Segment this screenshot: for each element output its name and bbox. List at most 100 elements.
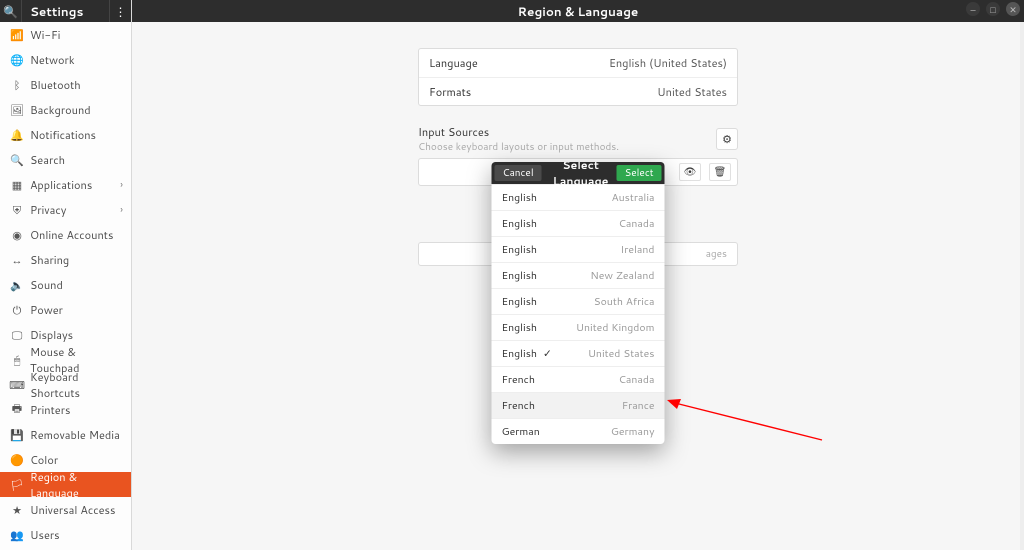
sidebar-item-keyboard-shortcuts[interactable]: ⌨Keyboard Shortcuts <box>0 372 131 397</box>
sidebar-item-icon: ⌨ <box>10 377 24 393</box>
language-key: Language <box>429 55 478 71</box>
language-option[interactable]: English Ireland <box>492 236 665 262</box>
language-option[interactable]: English United Kingdom <box>492 314 665 340</box>
sidebar-item-label: Online Accounts <box>30 227 123 243</box>
sidebar-item-icon: 👥 <box>10 527 24 543</box>
sidebar-item-online-accounts[interactable]: ◉Online Accounts <box>0 222 131 247</box>
chevron-right-icon: › <box>120 178 123 192</box>
sidebar-item-wi-fi[interactable]: 📶 Wi-Fi <box>0 22 131 47</box>
window-maximize-icon[interactable]: □ <box>986 2 1000 16</box>
gear-icon[interactable]: ⚙ <box>716 128 738 150</box>
sidebar-item-network[interactable]: 🌐 Network <box>0 47 131 72</box>
language-region: Ireland <box>621 243 655 257</box>
sidebar-item-label: Sound <box>30 277 123 293</box>
sidebar-item-sharing[interactable]: ↔Sharing <box>0 247 131 272</box>
language-name: French <box>502 399 535 413</box>
formats-row[interactable]: Formats United States <box>419 77 737 105</box>
sidebar-items: 📶 Wi-Fi 🌐 Network ᛒBluetooth🖼Background 🔔 Noti… <box>0 22 131 550</box>
sidebar-menu-icon[interactable]: ⋮ <box>109 0 131 22</box>
cancel-button[interactable]: Cancel <box>495 165 542 181</box>
input-sources-title: Input Sources <box>418 124 619 140</box>
window-controls: – □ ✕ <box>966 2 1020 16</box>
page-title: Region & Language <box>518 3 639 20</box>
language-name: English <box>502 191 538 205</box>
sidebar-item-icon: ▦ <box>10 177 24 193</box>
sidebar-item-label: Removable Media <box>30 427 123 443</box>
sidebar-item-label: Wi-Fi <box>30 27 123 43</box>
language-name: English <box>502 321 538 335</box>
sidebar-item-label: Applications <box>30 177 120 193</box>
sidebar-item-power[interactable]: ⏻ Power <box>0 297 131 322</box>
sidebar-item-icon: 🌐 <box>10 52 24 68</box>
language-name: English <box>502 269 538 283</box>
trash-icon[interactable]: 🗑 <box>709 163 731 181</box>
language-name: German <box>502 425 540 439</box>
sidebar-item-notifications[interactable]: 🔔 Notifications <box>0 122 131 147</box>
sidebar-item-users[interactable]: 👥Users <box>0 522 131 547</box>
check-icon: ✓ <box>543 347 552 361</box>
sidebar-item-background[interactable]: 🖼Background <box>0 97 131 122</box>
sidebar-item-label: Color <box>30 452 123 468</box>
sidebar-item-sound[interactable]: 🔈Sound <box>0 272 131 297</box>
language-option[interactable]: FrenchCanada <box>492 366 665 392</box>
sidebar-item-label: Keyboard Shortcuts <box>30 369 123 401</box>
sidebar-item-label: Power <box>30 302 123 318</box>
language-option[interactable]: GermanGermany <box>492 418 665 444</box>
sidebar-item-universal-access[interactable]: ★Universal Access <box>0 497 131 522</box>
sidebar-item-icon: 🔔 <box>10 127 24 143</box>
dialog-title: Select Language <box>545 162 617 189</box>
sidebar-item-icon: 💾 <box>10 427 24 443</box>
language-region: France <box>622 399 655 413</box>
sidebar-header: 🔍 Settings ⋮ <box>0 0 131 22</box>
sidebar-item-label: Displays <box>30 327 123 343</box>
manage-languages-hint: ages <box>706 247 727 261</box>
sidebar-item-icon: 🖶 <box>10 400 24 419</box>
language-region: Canada <box>618 373 654 387</box>
select-button[interactable]: Select <box>617 165 662 181</box>
window-minimize-icon[interactable]: – <box>966 2 980 16</box>
sidebar-item-search[interactable]: 🔍 Search <box>0 147 131 172</box>
language-name: English <box>502 217 538 231</box>
content: Language English (United States) Formats… <box>132 22 1024 282</box>
view-icon[interactable]: 👁 <box>679 163 701 181</box>
language-region: Australia <box>612 191 655 205</box>
dialog-header: Cancel Select Language Select <box>492 162 665 184</box>
language-region: New Zealand <box>590 269 654 283</box>
sidebar-item-icon: 🖱 <box>10 352 24 368</box>
settings-sidebar: 🔍 Settings ⋮ 📶 Wi-Fi 🌐 Network ᛒBluetooth🖼Ba… <box>0 0 132 550</box>
language-option[interactable]: EnglishSouth Africa <box>492 288 665 314</box>
input-sources-subtitle: Choose keyboard layouts or input methods… <box>418 140 619 154</box>
input-sources-header: Input Sources Choose keyboard layouts or… <box>418 124 738 154</box>
sidebar-item-icon: 📶 <box>10 27 24 43</box>
formats-key: Formats <box>429 84 471 100</box>
sidebar-item-label: Region & Language <box>30 469 123 501</box>
language-option[interactable]: EnglishCanada <box>492 210 665 236</box>
language-option[interactable]: French France <box>492 392 665 418</box>
scrollbar[interactable] <box>1020 0 1024 550</box>
language-option[interactable]: English New Zealand <box>492 262 665 288</box>
sidebar-item-icon: ⏻ <box>10 302 24 318</box>
sidebar-item-applications[interactable]: ▦ Applications› <box>0 172 131 197</box>
sidebar-item-icon: 🖵 <box>10 327 24 343</box>
window-close-icon[interactable]: ✕ <box>1006 2 1020 16</box>
sidebar-item-label: Network <box>30 52 123 68</box>
sidebar-item-bluetooth[interactable]: ᛒBluetooth <box>0 72 131 97</box>
sidebar-item-region-language[interactable]: 🏳Region & Language <box>0 472 131 497</box>
language-option[interactable]: English ✓United States <box>492 340 665 366</box>
sidebar-item-icon: ᛒ <box>10 77 24 93</box>
sidebar-item-icon: 🏳 <box>10 477 24 493</box>
sidebar-item-icon: ★ <box>10 502 24 518</box>
search-icon[interactable]: 🔍 <box>0 0 22 22</box>
main-panel: Region & Language – □ ✕ Language English… <box>132 0 1024 550</box>
language-row[interactable]: Language English (United States) <box>419 49 737 77</box>
language-name: English <box>502 243 538 257</box>
sidebar-item-removable-media[interactable]: 💾 Removable Media <box>0 422 131 447</box>
sidebar-item-printers[interactable]: 🖶Printers <box>0 397 131 422</box>
sidebar-item-icon: 🔍 <box>10 152 24 168</box>
language-list: EnglishAustraliaEnglishCanadaEnglishIrel… <box>492 184 665 444</box>
sidebar-item-label: Search <box>30 152 123 168</box>
language-region: United Kingdom <box>576 321 655 335</box>
sidebar-item-label: Notifications <box>30 127 123 143</box>
sidebar-title: Settings <box>22 3 109 20</box>
sidebar-item-privacy[interactable]: ⛨Privacy› <box>0 197 131 222</box>
